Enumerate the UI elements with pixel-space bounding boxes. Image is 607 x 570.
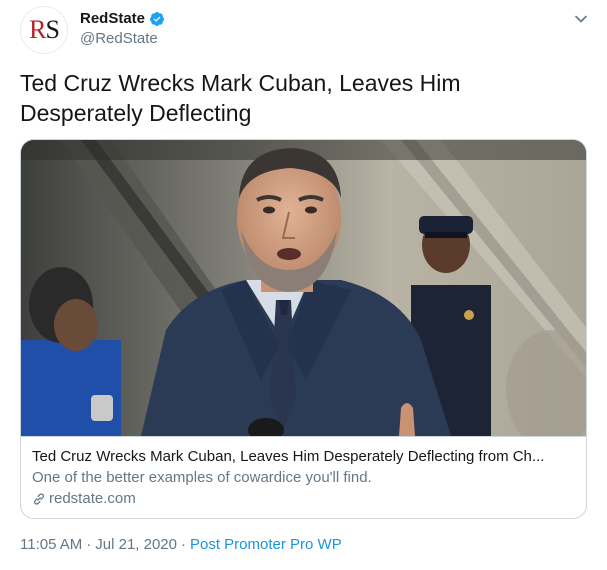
card-meta[interactable]: Ted Cruz Wrecks Mark Cuban, Leaves Him D… — [21, 436, 586, 518]
card-domain-text: redstate.com — [49, 490, 136, 507]
link-icon — [32, 492, 46, 506]
meta-separator: · — [181, 536, 186, 553]
verified-badge-icon — [149, 11, 165, 27]
card-image[interactable] — [21, 140, 586, 436]
tweet-date[interactable]: Jul 21, 2020 — [95, 536, 177, 553]
meta-separator: · — [86, 536, 92, 553]
link-preview-card[interactable]: Ted Cruz Wrecks Mark Cuban, Leaves Him D… — [20, 139, 587, 519]
tweet-time[interactable]: 11:05 AM — [20, 536, 82, 553]
author-handle[interactable]: @RedState — [80, 30, 158, 47]
redstate-logo: RS — [29, 15, 60, 44]
tweet-text: Ted Cruz Wrecks Mark Cuban, Leaves Him D… — [20, 70, 461, 126]
tweet-container: RS RedState @RedState Ted Cruz Wrecks Ma… — [0, 0, 607, 570]
card-domain[interactable]: redstate.com — [32, 489, 578, 509]
chevron-down-icon — [575, 15, 587, 23]
display-name-text[interactable]: RedState — [80, 10, 145, 27]
card-title[interactable]: Ted Cruz Wrecks Mark Cuban, Leaves Him D… — [32, 447, 578, 467]
tweet-source-link[interactable]: Post Promoter Pro WP — [190, 536, 342, 553]
tweet-options-button[interactable] — [570, 8, 592, 30]
card-description: One of the better examples of cowardice … — [32, 469, 372, 486]
avatar[interactable]: RS — [20, 6, 68, 54]
tweet-metadata: 11:05 AM · Jul 21, 2020 · Post Promoter Pro … — [20, 535, 342, 555]
author-display-name[interactable]: RedState — [80, 10, 165, 27]
